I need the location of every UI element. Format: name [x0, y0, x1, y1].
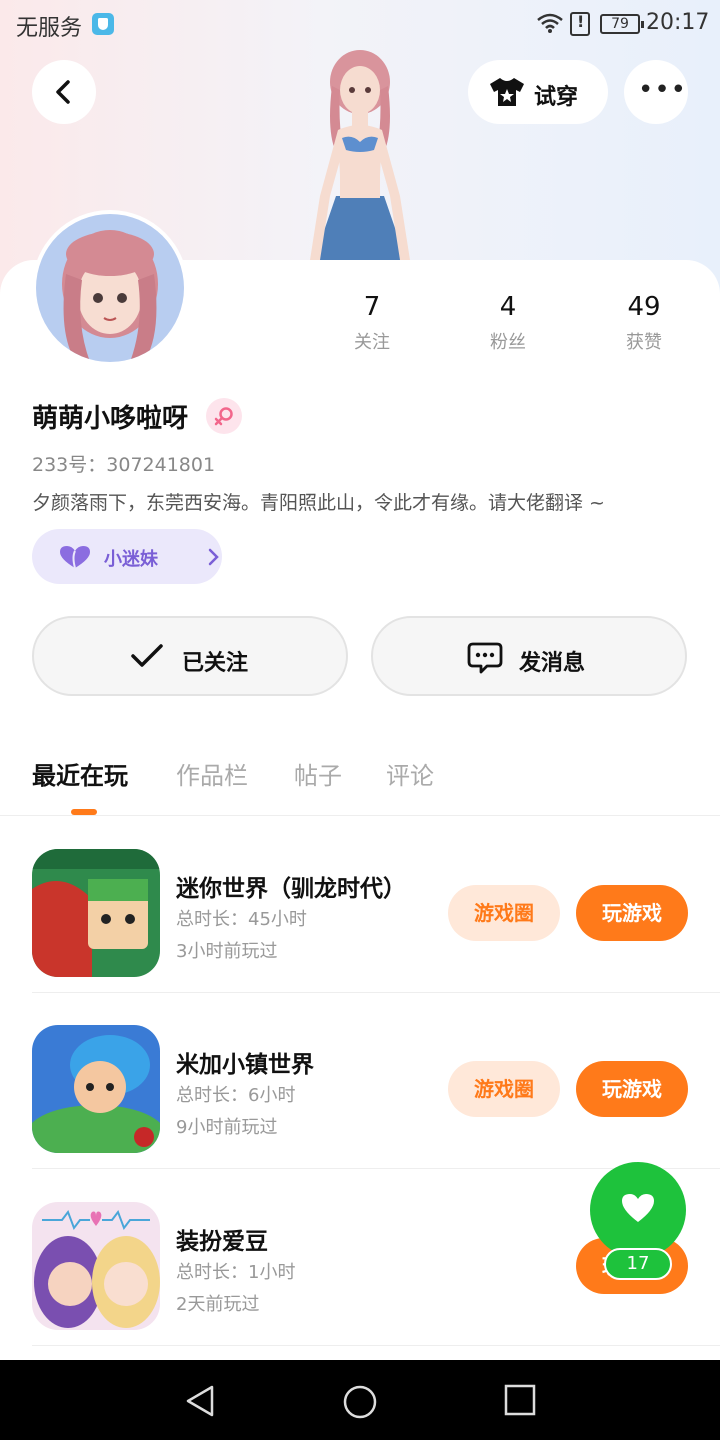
stat-following[interactable]: 7 关注	[312, 292, 432, 354]
game-duration: 总时长：6小时	[176, 1085, 296, 1106]
avatar[interactable]	[32, 210, 188, 366]
likes-count: 49	[627, 292, 661, 322]
fans-label: 粉丝	[490, 332, 526, 353]
heart-icon	[622, 1194, 654, 1222]
female-gender-icon	[206, 398, 242, 434]
following-label: 关注	[354, 332, 390, 353]
tab-posts[interactable]: 帖子	[294, 756, 342, 791]
user-id: 233号：307241801	[32, 454, 216, 476]
nav-back-icon[interactable]	[184, 1384, 216, 1418]
like-button[interactable]	[590, 1162, 686, 1258]
stat-likes[interactable]: 49 获赞	[584, 292, 704, 354]
likes-label: 获赞	[626, 332, 662, 353]
sim-alert-icon	[570, 12, 590, 36]
like-count-badge: 17	[604, 1248, 672, 1280]
game-duration: 总时长：45小时	[176, 909, 307, 930]
following-button[interactable]: 已关注	[32, 616, 348, 696]
tab-recently-played[interactable]: 最近在玩	[32, 756, 128, 791]
try-on-label: 试穿	[534, 85, 579, 110]
stat-fans[interactable]: 4 粉丝	[448, 292, 568, 354]
game-list-item[interactable]: 米加小镇世界 总时长：6小时 9小时前玩过 游戏圈 玩游戏	[32, 993, 720, 1169]
carrier-label: 无服务	[16, 16, 83, 41]
nav-recent-apps-icon[interactable]	[504, 1384, 536, 1416]
play-game-button[interactable]: 玩游戏	[576, 1061, 688, 1117]
try-on-button[interactable]: 试穿	[468, 60, 608, 124]
game-last-played: 2天前玩过	[176, 1294, 260, 1315]
nav-home-icon[interactable]	[342, 1384, 378, 1420]
following-button-label: 已关注	[182, 651, 249, 676]
game-list-item[interactable]: 迷你世界（驯龙时代） 总时长：45小时 3小时前玩过 游戏圈 玩游戏	[32, 817, 720, 993]
tshirt-icon	[490, 78, 524, 106]
game-icon[interactable]	[32, 1025, 160, 1153]
play-game-button[interactable]: 玩游戏	[576, 885, 688, 941]
checkmark-icon	[131, 644, 163, 667]
tab-comments[interactable]: 评论	[386, 756, 434, 791]
following-count: 7	[363, 292, 381, 322]
divider	[32, 1345, 720, 1346]
wifi-icon	[537, 13, 563, 33]
fan-badge[interactable]: 小迷妹	[32, 529, 222, 584]
game-duration: 总时长：1小时	[176, 1262, 296, 1283]
heart-icon	[60, 546, 90, 569]
game-last-played: 9小时前玩过	[176, 1117, 278, 1138]
game-name: 米加小镇世界	[176, 1052, 314, 1078]
chat-bubble-icon	[467, 642, 503, 674]
game-icon[interactable]	[32, 849, 160, 977]
chevron-right-icon	[208, 548, 219, 566]
back-button[interactable]	[32, 60, 96, 124]
more-dots-icon: •••	[638, 75, 688, 105]
clock: 20:17	[646, 10, 710, 35]
security-shield-icon	[92, 13, 114, 35]
avatar-character-illustration	[310, 50, 410, 260]
profile-tabs: 最近在玩 作品栏 帖子 评论	[0, 756, 720, 816]
game-last-played: 3小时前玩过	[176, 941, 278, 962]
battery-indicator: 79	[600, 14, 644, 34]
divider	[0, 815, 720, 816]
fan-badge-label: 小迷妹	[104, 549, 158, 570]
game-name: 装扮爱豆	[176, 1229, 268, 1255]
system-navigation-bar	[0, 1360, 720, 1440]
game-circle-button[interactable]: 游戏圈	[448, 1061, 560, 1117]
chevron-left-icon	[56, 80, 70, 104]
game-name: 迷你世界（驯龙时代）	[176, 876, 406, 902]
more-options-button[interactable]: •••	[624, 60, 688, 124]
send-message-button[interactable]: 发消息	[371, 616, 687, 696]
game-circle-button[interactable]: 游戏圈	[448, 885, 560, 941]
status-bar: 无服务 79 20:17	[0, 0, 720, 50]
fans-count: 4	[499, 292, 517, 322]
tab-works[interactable]: 作品栏	[176, 756, 248, 791]
user-bio: 夕颜落雨下，东莞西安海。青阳照此山，令此才有缘。请大佬翻译 ~	[32, 492, 605, 514]
username: 萌萌小哆啦呀	[32, 404, 189, 434]
send-message-label: 发消息	[519, 651, 586, 676]
game-icon[interactable]	[32, 1202, 160, 1330]
